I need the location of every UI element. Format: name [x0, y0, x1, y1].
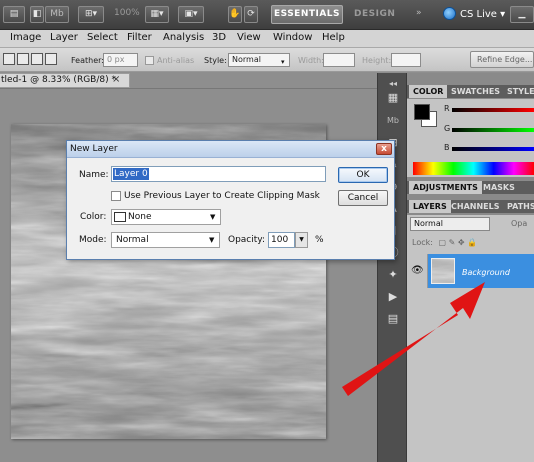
height-input[interactable] — [391, 53, 421, 67]
red-slider[interactable] — [452, 108, 534, 112]
arrange-documents-icon[interactable]: ▦▾ — [145, 6, 169, 23]
opacity-input[interactable]: 100 — [268, 232, 295, 248]
layers-panel-tabs: LAYERS CHANNELS PATHS — [407, 200, 534, 213]
foreground-color-swatch[interactable] — [414, 104, 430, 120]
clipping-mask-label: Use Previous Layer to Create Clipping Ma… — [124, 191, 320, 201]
options-bar: Feather: 0 px Anti-alias Style: Normal ▾… — [0, 48, 534, 72]
width-label: Width: — [298, 56, 324, 65]
lock-all-icon[interactable]: 🔒 — [467, 238, 477, 247]
menu-3d[interactable]: 3D — [212, 32, 226, 43]
layer-opacity-label: Opa — [511, 219, 528, 228]
tab-paths[interactable]: PATHS — [503, 200, 534, 213]
subtract-selection-icon[interactable] — [31, 53, 43, 65]
feather-input[interactable]: 0 px — [103, 53, 138, 67]
rotate-view-icon[interactable]: ⟳ — [244, 6, 258, 23]
style-select[interactable]: Normal ▾ — [228, 53, 290, 67]
add-to-selection-icon[interactable] — [17, 53, 29, 65]
view-extras-icon[interactable]: ⊞▾ — [78, 6, 104, 23]
menu-image[interactable]: Image — [10, 32, 41, 43]
opacity-dropdown-icon[interactable]: ▼ — [295, 232, 308, 248]
document-tab[interactable]: tled-1 @ 8.33% (RGB/8) * — [0, 73, 130, 88]
dialog-close-button[interactable]: x — [376, 143, 392, 155]
menu-help[interactable]: Help — [322, 32, 345, 43]
cs-live-button[interactable]: CS Live ▾ — [460, 9, 505, 20]
color-swatch — [114, 212, 126, 222]
screen-mode-icon[interactable]: ▣▾ — [178, 6, 204, 23]
hand-tool-icon[interactable]: ✋ — [228, 6, 242, 23]
intersect-selection-icon[interactable] — [45, 53, 57, 65]
lock-position-icon[interactable]: ✥ — [458, 238, 465, 247]
cs-live-icon — [443, 7, 456, 20]
blend-mode-select[interactable]: Normal — [410, 217, 490, 231]
lock-label: Lock: — [412, 238, 433, 247]
slider-b-label: B — [444, 143, 450, 152]
height-label: Height: — [362, 56, 392, 65]
lock-transparent-icon[interactable]: ▢ — [438, 238, 446, 247]
mode-value: Normal — [116, 235, 149, 245]
green-slider[interactable] — [452, 128, 534, 132]
clipping-mask-checkbox[interactable] — [111, 191, 121, 201]
histogram-icon[interactable]: ▦ — [384, 90, 402, 106]
tab-channels[interactable]: CHANNELS — [447, 200, 503, 213]
workspace-more-icon[interactable]: » — [416, 8, 422, 18]
chevron-down-icon: ▼ — [210, 213, 216, 221]
blue-slider[interactable] — [452, 147, 534, 151]
feather-label: Feather: — [71, 56, 104, 65]
bridge-icon[interactable]: ▤ — [3, 6, 25, 23]
color-spectrum-bar[interactable] — [413, 162, 534, 175]
slider-r-label: R — [444, 104, 450, 113]
workspace-design-button[interactable]: DESIGN — [354, 9, 395, 19]
percent-label: % — [315, 235, 324, 245]
anti-alias-label: Anti-alias — [157, 56, 195, 65]
color-value: None — [128, 212, 152, 222]
cs-live-label: CS Live — [460, 9, 497, 20]
lock-pixels-icon[interactable]: ✎ — [449, 238, 456, 247]
tab-swatches[interactable]: SWATCHES — [447, 85, 504, 98]
workspace-essentials-button[interactable]: ESSENTIALS — [271, 5, 343, 24]
color-panel-tabs: COLOR SWATCHES STYLES — [407, 85, 534, 98]
mode-label: Mode: — [79, 235, 107, 245]
style-value: Normal — [232, 55, 261, 64]
mini-bridge-panel-icon[interactable]: Mb — [384, 113, 402, 129]
chevron-down-icon: ▾ — [281, 58, 285, 66]
mini-bridge-button[interactable]: Mb — [45, 6, 69, 23]
cs-live-caret: ▾ — [500, 9, 506, 20]
lock-row: Lock: ▢ ✎ ✥ 🔒 — [412, 238, 477, 247]
tab-adjustments[interactable]: ADJUSTMENTS — [409, 181, 482, 194]
refine-edge-button[interactable]: Refine Edge... — [470, 51, 534, 68]
chevron-down-icon: ▼ — [209, 236, 215, 244]
blend-mode-value: Normal — [414, 219, 443, 228]
anti-alias-checkbox[interactable] — [145, 56, 154, 65]
menu-select[interactable]: Select — [87, 32, 118, 43]
new-selection-icon[interactable] — [3, 53, 15, 65]
menu-bar: Image Layer Select Filter Analysis 3D Vi… — [0, 30, 534, 48]
minimize-window-icon[interactable]: ▁ — [510, 6, 534, 23]
color-label: Color: — [80, 212, 107, 222]
style-label: Style: — [204, 56, 227, 65]
opacity-label: Opacity: — [228, 235, 265, 245]
cancel-button[interactable]: Cancel — [338, 190, 388, 206]
menu-layer[interactable]: Layer — [50, 32, 78, 43]
ok-button[interactable]: OK — [338, 167, 388, 183]
menu-window[interactable]: Window — [273, 32, 312, 43]
menu-filter[interactable]: Filter — [127, 32, 152, 43]
adjustments-panel-tabs: ADJUSTMENTS MASKS — [407, 181, 534, 194]
panel-dock-icons: ◂◂ ▦ Mb ⊟ ✎ ⊕ A ¶ ⓘ ✦ ▶ ▤ — [377, 73, 407, 462]
menu-view[interactable]: View — [237, 32, 261, 43]
menu-analysis[interactable]: Analysis — [163, 32, 204, 43]
width-input[interactable] — [323, 53, 355, 67]
dialog-title: New Layer — [70, 144, 118, 154]
name-label: Name: — [79, 170, 109, 180]
tab-layers[interactable]: LAYERS — [409, 200, 451, 213]
slider-g-label: G — [444, 124, 451, 133]
tab-styles[interactable]: STYLES — [503, 85, 534, 98]
tab-masks[interactable]: MASKS — [479, 181, 519, 194]
mini-bridge-icon[interactable]: ◧ — [30, 6, 44, 23]
application-bar: ▤ ◧ Mb ⊞▾ 100% ▦▾ ▣▾ ✋ ⟳ ESSENTIALS DESI… — [0, 0, 534, 30]
close-document-icon[interactable]: × — [112, 74, 120, 85]
tab-color[interactable]: COLOR — [409, 85, 448, 98]
annotation-arrow-icon — [342, 282, 485, 396]
layer-name-value: Layer 0 — [113, 168, 149, 180]
zoom-level[interactable]: 100% — [114, 8, 140, 18]
